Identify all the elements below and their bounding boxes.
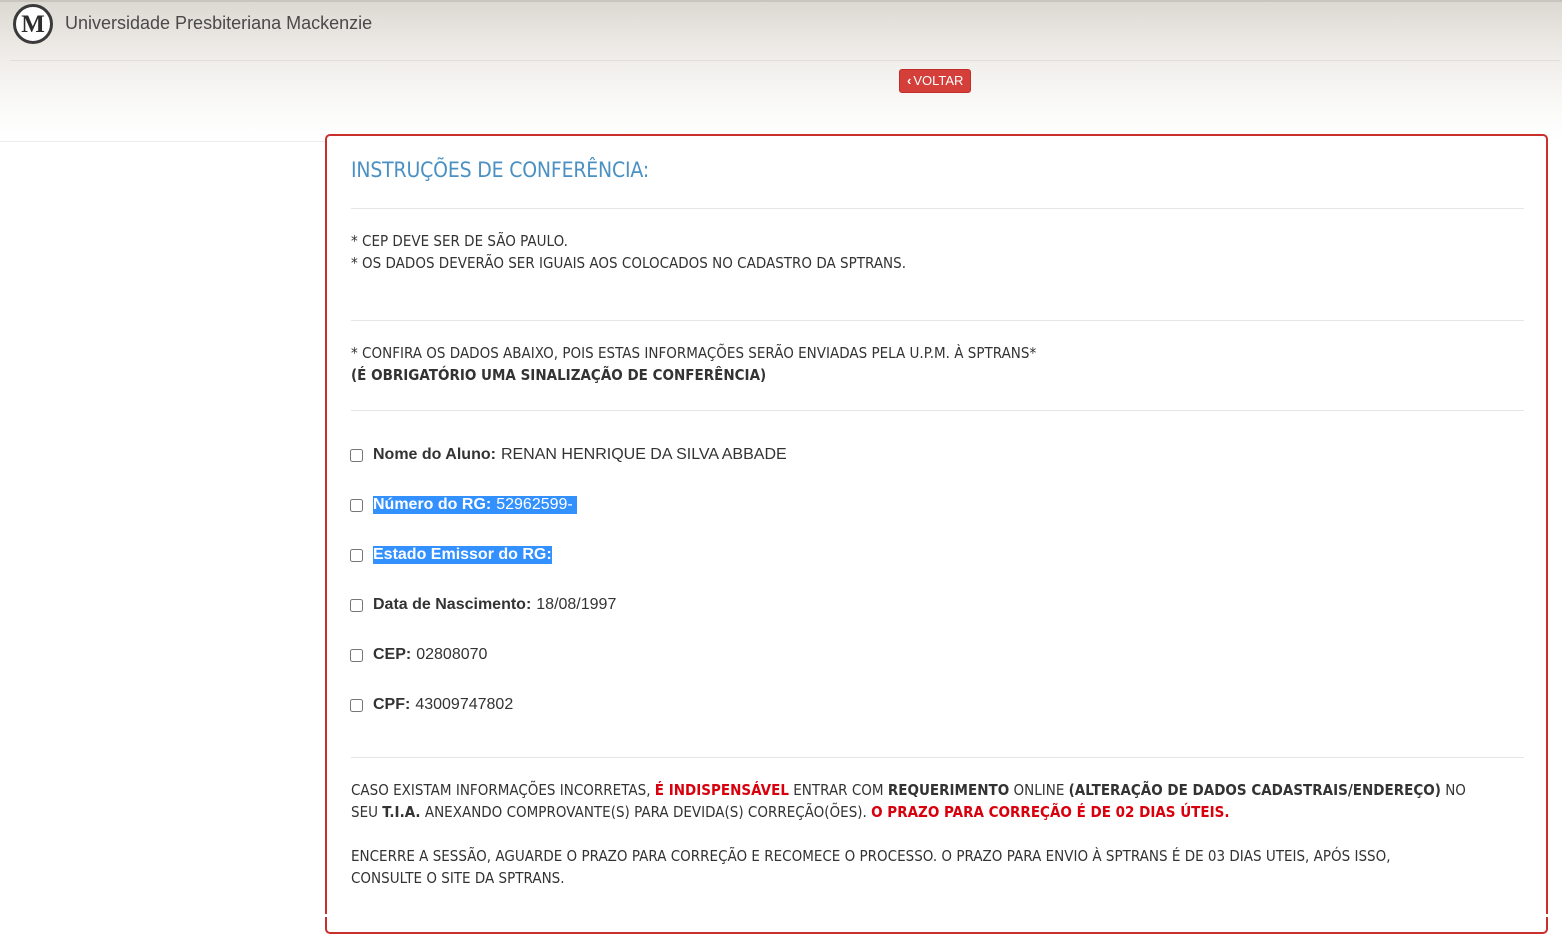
instructions-panel: INSTRUÇÕES DE CONFERÊNCIA: * CEP DEVE SE…: [325, 134, 1548, 934]
confirm-checkbox-nome[interactable]: [350, 448, 363, 462]
field-row-nascimento: Data de Nascimento: 18/08/1997: [350, 596, 616, 614]
session-note-line-2: CONSULTE O SITE DA SPTRANS.: [351, 869, 565, 887]
confirm-checkbox-rg[interactable]: [350, 498, 363, 512]
chevron-left-icon: ‹: [907, 73, 912, 88]
logo-letter: M: [21, 10, 45, 38]
confirm-checkbox-cpf[interactable]: [350, 698, 363, 712]
field-row-rg: Número do RG: 52962599-: [350, 496, 578, 514]
field-label: Número do RG:: [373, 496, 492, 513]
warning-bold: T.I.A.: [382, 803, 421, 821]
field-row-nome: Nome do Aluno: RENAN HENRIQUE DA SILVA A…: [350, 446, 787, 464]
field-label: CPF:: [373, 696, 411, 713]
field-value: 02808070: [416, 646, 488, 663]
mandatory-instruction: (É OBRIGATÓRIO UMA SINALIZAÇÃO DE CONFER…: [351, 366, 767, 384]
warning-text: ONLINE: [1009, 781, 1069, 799]
divider: [351, 208, 1524, 209]
divider: [351, 410, 1524, 411]
field-value: 18/08/1997: [536, 596, 617, 613]
confirm-checkbox-nascimento[interactable]: [350, 598, 363, 612]
field-row-estado-emissor: Estado Emissor do RG:: [350, 546, 557, 564]
warning-text: NO: [1440, 781, 1466, 799]
brand-name[interactable]: Universidade Presbiteriana Mackenzie: [65, 13, 372, 34]
back-button-label: VOLTAR: [913, 73, 964, 88]
warning-line-2: SEU T.I.A. ANEXANDO COMPROVANTE(S) PARA …: [351, 801, 1229, 823]
divider: [351, 757, 1524, 758]
confirm-checkbox-cep[interactable]: [350, 648, 363, 662]
mackenzie-logo[interactable]: M: [13, 4, 53, 44]
field-value: 43009747802: [415, 696, 514, 713]
warning-text: SEU: [351, 803, 383, 821]
warning-text: ENTRAR COM: [788, 781, 888, 799]
warning-line-1: CASO EXISTAM INFORMAÇÕES INCORRETAS, É I…: [351, 779, 1466, 801]
session-note-line-1: ENCERRE A SESSÃO, AGUARDE O PRAZO PARA C…: [351, 847, 1391, 865]
field-label: Data de Nascimento:: [373, 596, 532, 613]
note-sptrans: * OS DADOS DEVERÃO SER IGUAIS AOS COLOCA…: [351, 254, 907, 272]
warning-deadline: O PRAZO PARA CORREÇÃO É DE 02 DIAS ÚTEIS…: [871, 803, 1230, 821]
confirm-instruction: * CONFIRA OS DADOS ABAIXO, POIS ESTAS IN…: [351, 344, 1037, 362]
header-divider: [10, 60, 1560, 61]
header-bottom-divider: [0, 141, 326, 142]
warning-text: CASO EXISTAM INFORMAÇÕES INCORRETAS,: [351, 781, 655, 799]
selected-text: Número do RG: 52962599-: [373, 496, 578, 514]
panel-title: INSTRUÇÕES DE CONFERÊNCIA:: [351, 158, 650, 182]
confirm-checkbox-estado-emissor[interactable]: [350, 548, 363, 562]
divider: [351, 320, 1524, 321]
site-header: M Universidade Presbiteriana Mackenzie ‹…: [0, 0, 1562, 142]
field-row-cpf: CPF: 43009747802: [350, 696, 513, 714]
field-label: Estado Emissor do RG:: [373, 546, 552, 564]
field-label: Nome do Aluno:: [373, 446, 496, 463]
field-value: 52962599-: [496, 496, 573, 513]
field-label: CEP:: [373, 646, 412, 663]
warning-text: ANEXANDO COMPROVANTE(S) PARA DEVIDA(S) C…: [420, 803, 872, 821]
field-row-cep: CEP: 02808070: [350, 646, 487, 664]
warning-bold: REQUERIMENTO: [887, 781, 1010, 799]
warning-emphasis: É INDISPENSÁVEL: [654, 781, 789, 799]
warning-bold: (ALTERAÇÃO DE DADOS CADASTRAIS/ENDEREÇO): [1068, 781, 1441, 799]
note-cep: * CEP DEVE SER DE SÃO PAULO.: [351, 232, 568, 250]
field-value: RENAN HENRIQUE DA SILVA ABBADE: [500, 446, 787, 463]
back-button[interactable]: ‹ VOLTAR: [899, 69, 972, 93]
